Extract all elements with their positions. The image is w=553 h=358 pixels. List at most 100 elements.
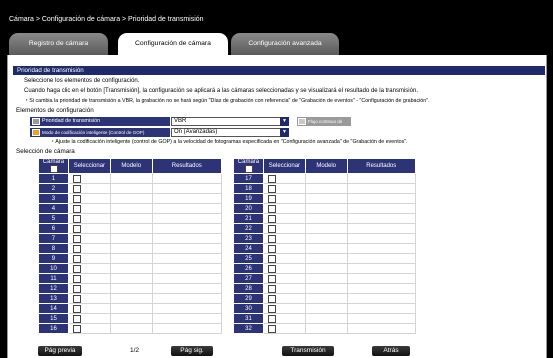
camera-select-checkbox[interactable] [72, 204, 81, 213]
table-row: 28 [233, 283, 417, 294]
table-row: 9 [38, 253, 223, 264]
chevron-down-icon: ▼ [280, 128, 289, 137]
camera-number: 13 [38, 293, 69, 304]
select-cell [67, 293, 111, 304]
priority-checkbox-icon[interactable] [32, 118, 40, 125]
select-cell [262, 263, 306, 274]
model-cell [109, 293, 153, 304]
gop-select-value: On (Avanzadas) [174, 129, 218, 135]
camera-number: 9 [38, 253, 69, 264]
model-cell [304, 213, 348, 224]
tab-advanced-configuration[interactable]: Configuración avanzada [231, 33, 339, 55]
camera-select-checkbox[interactable] [267, 274, 276, 283]
camera-select-checkbox[interactable] [72, 294, 81, 303]
results-cell [151, 243, 223, 254]
camera-select-checkbox[interactable] [267, 204, 276, 213]
select-cell [262, 203, 306, 214]
select-cell [262, 253, 306, 264]
camera-select-checkbox[interactable] [267, 314, 276, 323]
model-cell [304, 193, 348, 204]
camera-select-checkbox[interactable] [72, 234, 81, 243]
column-results: Resultados [346, 158, 417, 174]
camera-select-checkbox[interactable] [267, 234, 276, 243]
next-page-button[interactable]: Pág sig. [171, 346, 213, 356]
camera-number: 25 [233, 253, 264, 264]
camera-select-checkbox[interactable] [72, 174, 81, 183]
select-all-checkbox[interactable] [49, 165, 58, 173]
column-model: Modelo [304, 158, 348, 174]
camera-select-checkbox[interactable] [72, 264, 81, 273]
table-row: 14 [38, 303, 223, 314]
model-cell [304, 183, 348, 194]
camera-select-checkbox[interactable] [72, 284, 81, 293]
table-row: 13 [38, 293, 223, 304]
camera-select-checkbox[interactable] [267, 244, 276, 253]
select-cell [262, 273, 306, 284]
model-cell [109, 273, 153, 284]
camera-select-checkbox[interactable] [267, 284, 276, 293]
instruction-line-1: Seleccione los elementos de configuració… [24, 78, 140, 84]
camera-select-checkbox[interactable] [267, 194, 276, 203]
priority-select-value: VBR [174, 118, 187, 124]
camera-number: 24 [233, 243, 264, 254]
camera-number: 2 [38, 183, 69, 194]
gop-select[interactable]: On (Avanzadas) ▼ [171, 128, 289, 137]
select-cell [67, 213, 111, 224]
camera-select-checkbox[interactable] [72, 304, 81, 313]
table-row: 22 [233, 223, 417, 234]
camera-number: 19 [233, 193, 264, 204]
tab-camera-configuration[interactable]: Configuración de cámara [118, 33, 228, 55]
results-cell [346, 253, 417, 264]
camera-number: 18 [233, 183, 264, 194]
back-button[interactable]: Atrás [372, 346, 410, 356]
camera-select-checkbox[interactable] [72, 194, 81, 203]
results-cell [346, 183, 417, 194]
camera-select-checkbox[interactable] [267, 264, 276, 273]
camera-select-checkbox[interactable] [72, 314, 81, 323]
camera-select-checkbox[interactable] [72, 224, 81, 233]
tab-camera-registration[interactable]: Registro de cámara [9, 33, 108, 55]
results-cell [151, 293, 223, 304]
camera-select-checkbox[interactable] [72, 254, 81, 263]
results-cell [151, 173, 223, 184]
table-row: 31 [233, 313, 417, 324]
camera-select-checkbox[interactable] [267, 304, 276, 313]
transmit-button[interactable]: Transmisión [282, 346, 334, 356]
camera-select-checkbox[interactable] [267, 294, 276, 303]
priority-select[interactable]: VBR ▼ [171, 117, 289, 126]
select-all-checkbox[interactable] [244, 165, 253, 173]
model-cell [109, 193, 153, 204]
camera-select-checkbox[interactable] [267, 224, 276, 233]
camera-select-checkbox[interactable] [72, 324, 81, 333]
camera-select-checkbox[interactable] [267, 324, 276, 333]
results-cell [346, 223, 417, 234]
results-cell [151, 283, 223, 294]
column-select: Seleccionar [67, 158, 111, 174]
table-row: 5 [38, 213, 223, 224]
column-model: Modelo [109, 158, 153, 174]
camera-select-checkbox[interactable] [267, 184, 276, 193]
select-cell [67, 203, 111, 214]
table-row: 27 [233, 273, 417, 284]
results-cell [151, 313, 223, 324]
camera-number: 14 [38, 303, 69, 314]
video-stream-checkbox-icon[interactable] [298, 118, 306, 125]
table-row: 4 [38, 203, 223, 214]
camera-select-checkbox[interactable] [72, 214, 81, 223]
camera-select-checkbox[interactable] [72, 184, 81, 193]
camera-number: 1 [38, 173, 69, 184]
select-cell [262, 293, 306, 304]
previous-page-button[interactable]: Pág previa [38, 346, 82, 356]
model-cell [109, 173, 153, 184]
table-row: 19 [233, 193, 417, 204]
table-row: 21 [233, 213, 417, 224]
camera-select-checkbox[interactable] [72, 274, 81, 283]
camera-select-checkbox[interactable] [267, 254, 276, 263]
camera-select-checkbox[interactable] [267, 174, 276, 183]
camera-select-checkbox[interactable] [267, 214, 276, 223]
instruction-line-2: Cuando haga clic en el botón [Transmisió… [24, 88, 418, 94]
select-cell [262, 303, 306, 314]
camera-number: 11 [38, 273, 69, 284]
camera-select-checkbox[interactable] [72, 244, 81, 253]
gop-checkbox-icon[interactable] [32, 129, 40, 136]
